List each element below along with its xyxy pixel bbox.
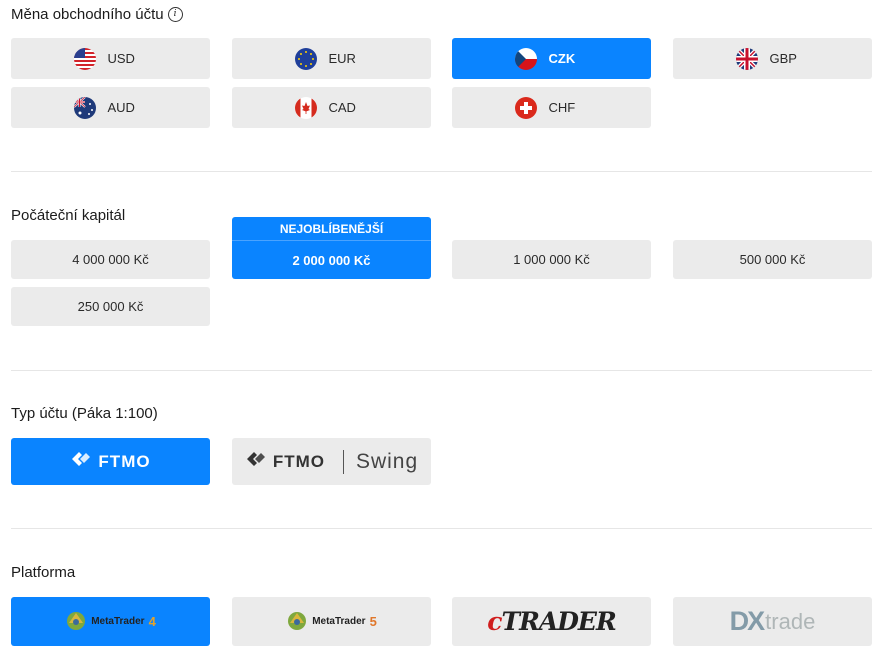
info-icon[interactable]: i: [167, 7, 183, 22]
currency-option-aud[interactable]: AUD: [11, 87, 210, 128]
ftmo-logo-icon: [70, 450, 92, 473]
currency-option-czk[interactable]: CZK: [452, 38, 651, 79]
platform-metatrader4[interactable]: MetaTrader 4: [11, 597, 210, 646]
currency-option-gbp[interactable]: GBP: [673, 38, 872, 79]
cz-flag-icon: [514, 47, 537, 70]
gb-flag-icon: [735, 47, 758, 70]
ch-flag-icon: [514, 96, 537, 119]
currency-section-title: Měna obchodního účtu i: [11, 6, 183, 23]
account-type-ftmo-swing[interactable]: FTMO Swing: [232, 438, 431, 485]
section-divider: [11, 528, 872, 529]
capital-option-1000000[interactable]: 1 000 000 Kč: [452, 240, 651, 279]
section-divider: [11, 171, 872, 172]
ctrader-logo: cTRADER: [487, 607, 617, 636]
platform-dxtrade[interactable]: DX trade: [673, 597, 872, 646]
capital-option-4000000[interactable]: 4 000 000 Kč: [11, 240, 210, 279]
capital-section-title: Počáteční kapitál: [11, 207, 126, 224]
platform-metatrader5[interactable]: MetaTrader 5: [232, 597, 431, 646]
ftmo-logo-icon: [245, 450, 267, 473]
ca-flag-icon: [294, 96, 317, 119]
platform-section-title: Platforma: [11, 564, 76, 581]
us-flag-icon: [73, 47, 96, 70]
account-type-ftmo[interactable]: FTMO: [11, 438, 210, 485]
account-type-section-title: Typ účtu (Páka 1:100): [11, 405, 158, 422]
currency-option-cad[interactable]: CAD: [232, 87, 431, 128]
currency-option-eur[interactable]: EUR: [232, 38, 431, 79]
capital-option-250000[interactable]: 250 000 Kč: [11, 287, 210, 326]
metatrader-logo-icon: [286, 609, 308, 634]
metatrader-logo-icon: [65, 609, 87, 634]
eu-flag-icon: [294, 47, 317, 70]
capital-option-2000000[interactable]: 2 000 000 Kč: [232, 241, 431, 279]
au-flag-icon: [73, 96, 96, 119]
most-popular-badge: NEJOBLÍBENĚJŠÍ: [232, 217, 431, 241]
dxtrade-logo: DX trade: [729, 606, 816, 636]
currency-option-usd[interactable]: USD: [11, 38, 210, 79]
capital-option-500000[interactable]: 500 000 Kč: [673, 240, 872, 279]
platform-ctrader[interactable]: cTRADER: [452, 597, 651, 646]
section-divider: [11, 370, 872, 371]
currency-option-chf[interactable]: CHF: [452, 87, 651, 128]
